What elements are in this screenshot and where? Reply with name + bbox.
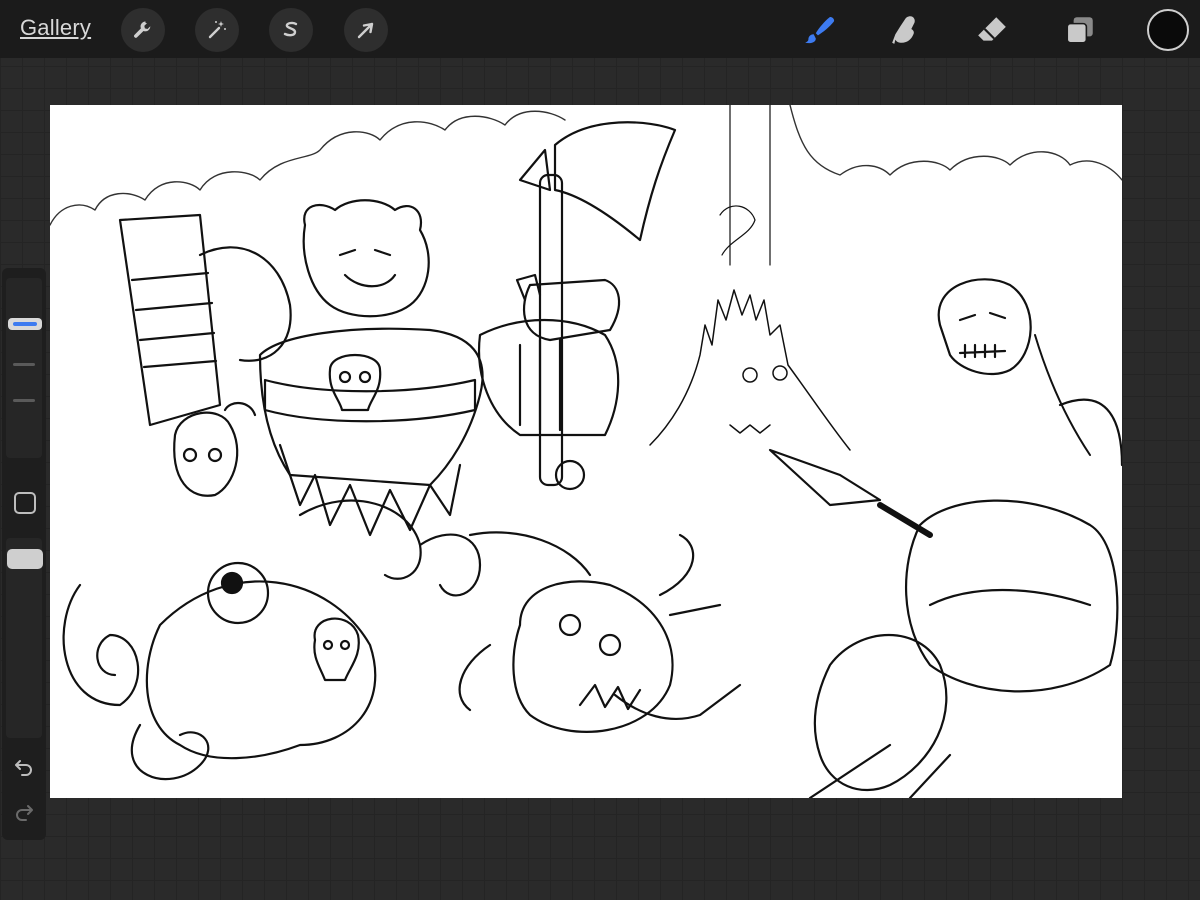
line-art-illustration: [50, 105, 1122, 798]
left-sidebar: [2, 268, 46, 840]
opacity-thumb[interactable]: [7, 549, 43, 569]
brush-size-slider[interactable]: [6, 278, 42, 458]
size-tick: [13, 399, 35, 402]
size-tick: [13, 363, 35, 366]
arrow-cursor-icon: [357, 22, 374, 39]
redo-icon[interactable]: [12, 800, 36, 824]
eraser-icon: [978, 17, 1006, 41]
undo-icon[interactable]: [12, 755, 36, 779]
selection-button[interactable]: [269, 8, 313, 52]
layers-icon: [1066, 17, 1093, 44]
smudge-tool-button[interactable]: [884, 8, 928, 52]
modify-button[interactable]: [14, 492, 36, 514]
actions-button[interactable]: [121, 8, 165, 52]
eraser-tool-button[interactable]: [970, 8, 1014, 52]
brush-icon: [805, 17, 835, 44]
transform-button[interactable]: [344, 8, 388, 52]
color-picker-button[interactable]: [1147, 9, 1189, 51]
selection-s-icon: [283, 21, 298, 37]
wrench-icon: [134, 21, 151, 38]
layers-button[interactable]: [1058, 8, 1102, 52]
gallery-link[interactable]: Gallery: [20, 15, 91, 41]
adjustments-button[interactable]: [195, 8, 239, 52]
top-toolbar: Gallery: [0, 0, 1200, 58]
drawing-canvas[interactable]: [50, 105, 1122, 798]
magic-wand-icon: [208, 21, 226, 39]
brush-tool-button[interactable]: [797, 8, 841, 52]
smudge-finger-icon: [892, 16, 915, 44]
brush-size-thumb[interactable]: [8, 318, 42, 330]
